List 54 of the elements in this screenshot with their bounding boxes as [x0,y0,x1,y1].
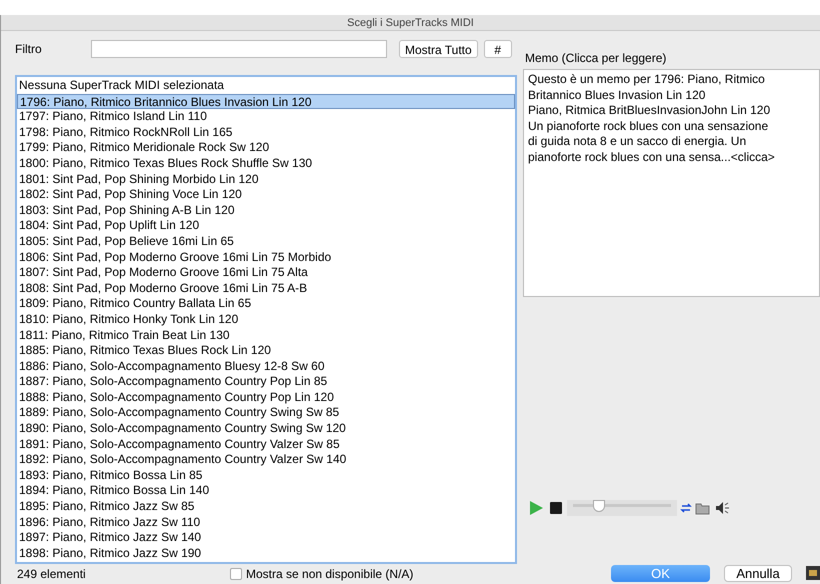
track-list-item[interactable]: 1890: Piano, Solo-Accompagnamento Country Swing Sw 120 [17,421,515,437]
memo-line: Britannico Blues Invasion Lin 120 [528,88,706,103]
track-list-item[interactable]: 1893: Piano, Ritmico Bossa Lin 85 [17,468,515,484]
track-list-item[interactable]: 1805: Sint Pad, Pop Believe 16mi Lin 65 [17,234,515,250]
track-list-item[interactable]: 1885: Piano, Ritmico Texas Blues Rock Lin 120 [17,343,515,359]
play-icon[interactable] [529,501,544,515]
track-list-item[interactable]: 1798: Piano, Ritmico RockNRoll Lin 165 [17,124,515,140]
track-list-item[interactable]: 1896: Piano, Ritmico Jazz Sw 110 [17,514,515,530]
speaker-icon[interactable] [715,501,730,515]
track-list-item[interactable]: 1897: Piano, Ritmico Jazz Sw 140 [17,530,515,546]
memo-box[interactable] [523,69,820,297]
memo-line: di guida nota 8 e un sacco di energia. Un [528,134,748,150]
track-list-item[interactable]: 1886: Piano, Solo-Accompagnamento Bluesy 12-8 Sw 60 [17,358,515,374]
track-list-item[interactable]: 1891: Piano, Solo-Accompagnamento Country Valzer Sw 85 [17,436,515,452]
show-all-button[interactable]: Mostra Tutto [399,40,478,58]
track-list-item[interactable]: 1807: Sint Pad, Pop Moderno Groove 16mi Lin 75 Alta [17,265,515,281]
checkbox-label: Mostra se non disponibile (N/A) [246,566,414,583]
track-list-item[interactable]: 1802: Sint Pad, Pop Shining Voce Lin 120 [17,187,515,203]
track-list-item[interactable]: 1895: Piano, Ritmico Jazz Sw 85 [17,499,515,515]
folder-icon[interactable] [695,502,710,514]
track-list-item[interactable]: 1888: Piano, Solo-Accompagnamento Country Pop Lin 120 [17,390,515,406]
track-list-item[interactable]: 1797: Piano, Ritmico Island Lin 110 [17,109,515,125]
slider-thumb[interactable] [593,500,606,512]
track-list-item[interactable]: 1800: Piano, Ritmico Texas Blues Rock Shuffle Sw 130 [17,156,515,172]
track-list-item[interactable]: 1898: Piano, Ritmico Jazz Sw 190 [17,546,515,562]
checkbox[interactable] [230,568,242,580]
cancel-button[interactable]: Annulla [724,564,792,582]
track-list-item[interactable]: 1808: Sint Pad, Pop Moderno Groove 16mi Lin 75 A-B [17,280,515,296]
number-button[interactable]: # [484,40,512,58]
memo-line: Un pianoforte rock blues con una sensazione [528,118,770,134]
track-list-item[interactable]: 1889: Piano, Solo-Accompagnamento Country Swing Sw 85 [17,405,515,422]
track-list-item[interactable]: 1810: Piano, Ritmico Honky Tonk Lin 120 [17,312,515,328]
track-list-item[interactable]: 1803: Sint Pad, Pop Shining A-B Lin 120 [17,202,515,218]
filter-field[interactable] [91,40,387,58]
memo-label: Memo (Clicca per leggere) [525,50,668,65]
track-list-item[interactable]: 1801: Sint Pad, Pop Shining Morbido Lin 120 [17,172,515,188]
window-title: Scegli i SuperTracks MIDI [1,15,820,31]
stop-icon[interactable] [549,501,563,515]
filter-label: Filtro [15,41,43,58]
memo-line: pianoforte rock blues con una sensa...<clicca> [528,150,776,165]
memo-line: Questo è un memo per 1796: Piano, Ritmico [528,72,766,88]
track-list-item[interactable]: 1796: Piano, Ritmico Britannico Blues Invasion Lin 120 [17,94,515,110]
memo-line: Piano, Ritmica BritBluesInvasionJohn Lin 120 [528,103,772,118]
track-list-item[interactable]: 1809: Piano, Ritmico Country Ballata Lin 65 [17,296,515,312]
track-list-item[interactable]: 1811: Piano, Ritmico Train Beat Lin 130 [17,328,515,344]
track-list-item[interactable]: 1806: Sint Pad, Pop Moderno Groove 16mi Lin 75 Morbido [17,250,515,266]
track-list-item[interactable]: 1894: Piano, Ritmico Bossa Lin 140 [17,483,515,500]
track-list-item[interactable]: 1887: Piano, Solo-Accompagnamento Country Pop Lin 85 [17,374,515,390]
track-list-item[interactable]: 1892: Piano, Solo-Accompagnamento Country Valzer Sw 140 [17,452,515,468]
position-slider[interactable] [567,500,677,516]
track-list-item[interactable]: 1799: Piano, Ritmico Meridionale Rock Sw 120 [17,140,515,156]
track-list-item[interactable]: Nessuna SuperTrack MIDI selezionata [17,78,515,94]
track-list-item[interactable]: 1804: Sint Pad, Pop Uplift Lin 120 [17,218,515,234]
item-count: 249 elementi [16,566,87,583]
